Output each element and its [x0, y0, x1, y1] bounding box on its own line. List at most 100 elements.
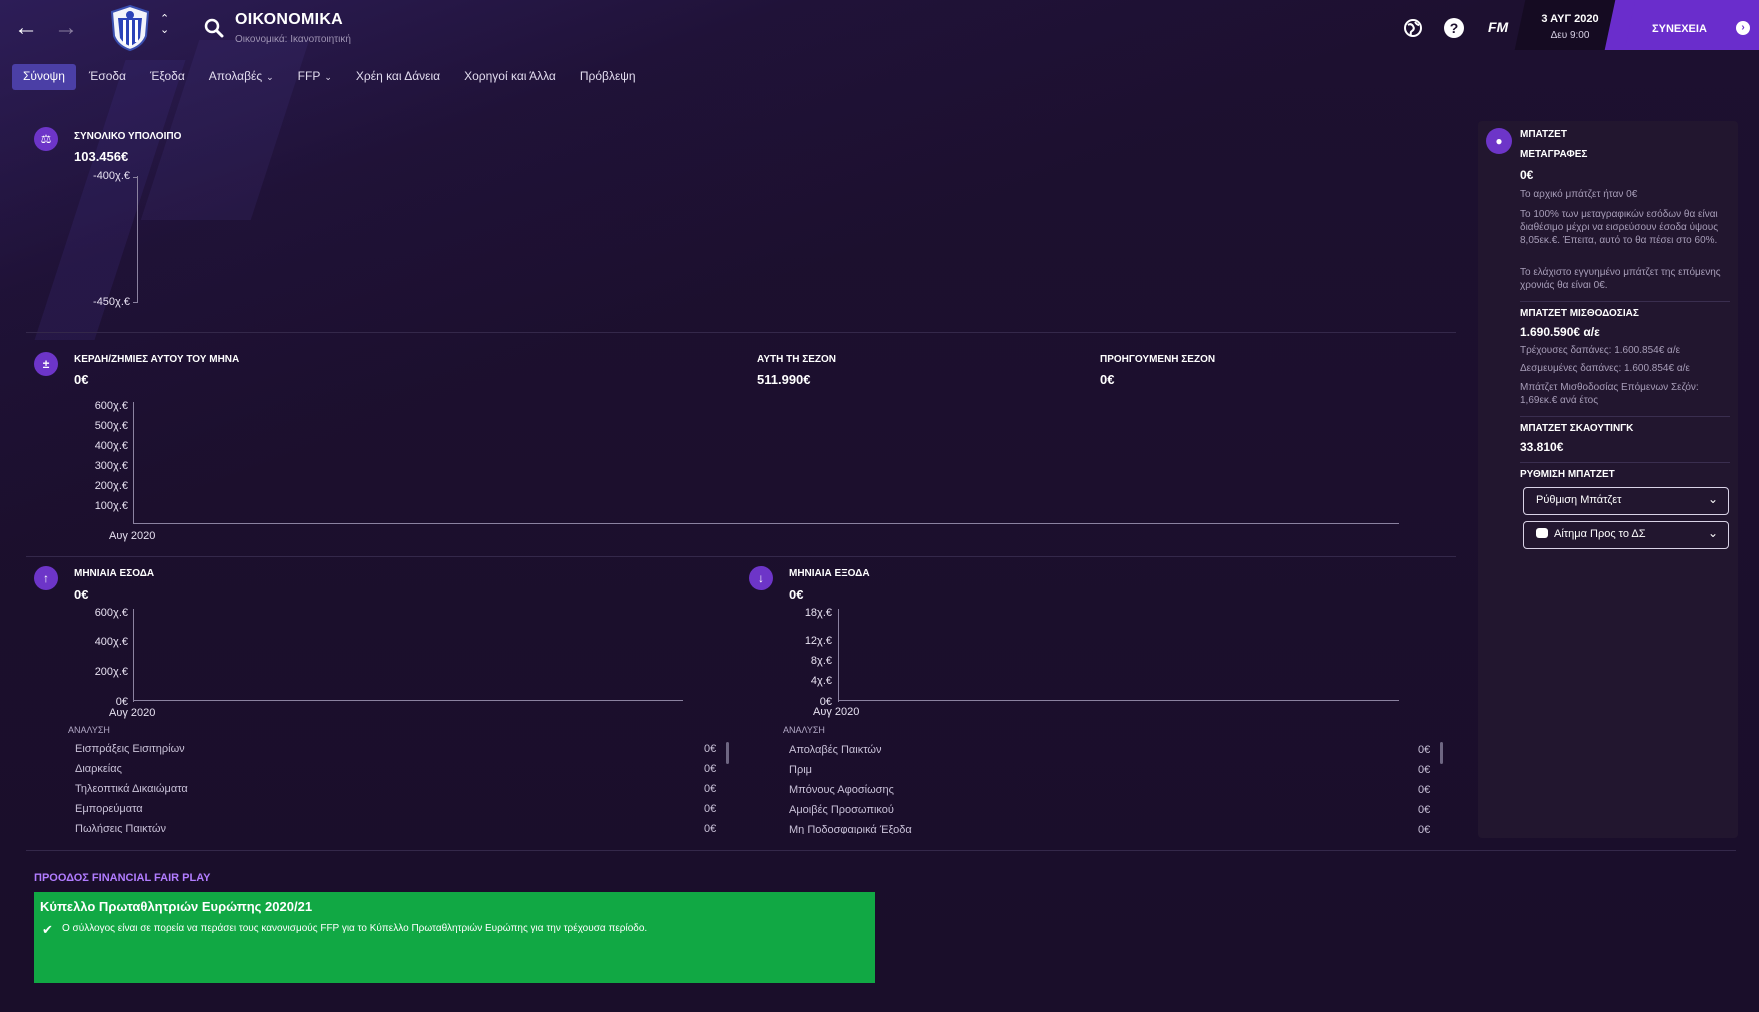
profit-y-axis [133, 402, 134, 524]
current-date: 3 ΑΥΓ 2020 [1541, 13, 1599, 25]
budget-settings-title: ΡΥΘΜΙΣΗ ΜΠΑΤΖΕΤ [1520, 469, 1615, 480]
tab-wages[interactable]: Απολαβές ⌄ [198, 64, 285, 90]
help-icon[interactable]: ? [1443, 17, 1465, 39]
budget-title: ΜΠΑΤΖΕΤ [1520, 129, 1567, 140]
forward-arrow-icon[interactable]: → [52, 14, 80, 42]
continue-button[interactable]: ΣΥΝΕΧΕΙΑ › [1620, 0, 1759, 50]
wage-budget-value: 1.690.590€ α/ε [1520, 325, 1600, 339]
list-item: Διαρκείας 0€ [75, 763, 717, 775]
expenses-value: 0€ [789, 587, 804, 602]
expenses-y-tick: 8χ.€ [810, 655, 832, 667]
income-scrollbar[interactable] [726, 742, 729, 764]
list-item: Εμπορεύματα 0€ [75, 803, 717, 815]
income-breakdown-title: ΑΝΑΛΥΣΗ [68, 725, 110, 735]
tab-ffp[interactable]: FFP ⌄ [287, 64, 343, 90]
tab-sponsors[interactable]: Χορηγοί και Άλλα [453, 64, 567, 90]
section-divider [26, 332, 1456, 333]
scouting-title: ΜΠΑΤΖΕΤ ΣΚΑΟΥΤΙΝΓΚ [1520, 423, 1634, 434]
continue-label: ΣΥΝΕΧΕΙΑ [1652, 23, 1707, 35]
profit-y-tick: 600χ.€ [94, 400, 128, 412]
tab-label: Πρόβλεψη [579, 69, 636, 83]
expenses-breakdown-title: ΑΝΑΛΥΣΗ [783, 725, 825, 735]
fm-logo[interactable]: FM [1488, 19, 1508, 35]
wage-committed: Δεσμευμένες δαπάνες: 1.600.854€ α/ε [1520, 363, 1690, 374]
club-crest-icon[interactable] [108, 4, 152, 52]
ffp-competition-title: Κύπελλο Πρωταθλητριών Ευρώπης 2020/21 [40, 899, 313, 914]
chevron-down-icon: ⌄ [1707, 492, 1718, 506]
chevron-down-icon: ⌄ [266, 72, 274, 82]
season-value: 511.990€ [757, 372, 811, 387]
tab-debts-loans[interactable]: Χρέη και Δάνεια [345, 64, 451, 90]
budget-divider [1520, 301, 1730, 302]
top-bar: ← → ⌃ ⌄ ΟΙΚΟΝΟΜΙΚΑ Οικονομικά: Ικανοποιητ… [0, 0, 1759, 56]
tab-expenses[interactable]: Έξοδα [139, 64, 196, 90]
tab-forecast[interactable]: Πρόβλεψη [569, 64, 647, 90]
list-item: Μπόνους Αφοσίωσης 0€ [789, 784, 1431, 796]
dropdown-label: Ρύθμιση Μπάτζετ [1536, 494, 1622, 506]
transfers-title: ΜΕΤΑΓΡΑΦΕΣ [1520, 149, 1588, 160]
page-title: ΟΙΚΟΝΟΜΙΚΑ [235, 11, 344, 28]
previous-season-title: ΠΡΟΗΓΟΥΜΕΝΗ ΣΕΖΟΝ [1100, 354, 1216, 365]
page-subtitle: Οικονομικά: Ικανοποιητική [235, 34, 351, 45]
list-item: Εισπράξεις Εισιτηρίων 0€ [75, 743, 717, 755]
list-item: Πωλήσεις Παικτών 0€ [75, 823, 717, 833]
adjust-budget-dropdown[interactable]: Ρύθμιση Μπάτζετ ⌄ [1523, 487, 1729, 515]
profit-y-tick: 300χ.€ [94, 460, 128, 472]
list-item: Πριμ 0€ [789, 764, 1431, 776]
piggy-bank-icon: ● [1486, 128, 1512, 154]
season-title: ΑΥΤΗ ΤΗ ΣΕΖΟΝ [757, 354, 836, 365]
previous-season-value: 0€ [1100, 372, 1115, 387]
tab-label: Χρέη και Δάνεια [355, 69, 441, 83]
balance-tick-mark [133, 177, 138, 178]
income-arrow-up-icon: ↑ [34, 566, 58, 590]
current-time: Δευ 9:00 [1550, 30, 1590, 41]
tab-bar: Σύνοψη Έσοδα Έξοδα Απολαβές ⌄ FFP ⌄ Χρέη κ… [12, 64, 649, 90]
scouting-value: 33.810€ [1520, 440, 1564, 454]
balance-icon: ⚖ [34, 127, 58, 151]
balance-tick-mark [133, 302, 138, 303]
ffp-status-card: Κύπελλο Πρωταθλητριών Ευρώπης 2020/21 ✔ … [34, 892, 875, 983]
section-divider [26, 850, 1736, 851]
chevron-down-icon: ⌄ [324, 72, 332, 82]
tab-label: Απολαβές [208, 69, 263, 83]
tab-income[interactable]: Έσοδα [78, 64, 137, 90]
expenses-arrow-down-icon: ↓ [749, 566, 773, 590]
wage-next-seasons: Μπάτζετ Μισθοδοσίας Επόμενων Σεζόν: 1,69… [1520, 382, 1699, 406]
profit-y-tick: 500χ.€ [94, 420, 128, 432]
income-y-tick: 400χ.€ [94, 636, 128, 648]
transfers-note: Το 100% των μεταγραφικών εσόδων θα είναι… [1520, 209, 1719, 246]
tab-overview[interactable]: Σύνοψη [12, 64, 76, 90]
back-arrow-icon[interactable]: ← [12, 14, 40, 42]
budget-divider [1520, 416, 1730, 417]
transfers-value: 0€ [1520, 168, 1534, 182]
svg-text:?: ? [1450, 20, 1459, 36]
profit-loss-icon: ± [34, 352, 58, 376]
expenses-scrollbar[interactable] [1440, 742, 1443, 764]
income-y-axis [133, 609, 134, 702]
expenses-title: ΜΗΝΙΑΙΑ ΕΞΟΔΑ [789, 568, 870, 579]
search-icon[interactable] [204, 18, 224, 38]
income-title: ΜΗΝΙΑΙΑ ΕΣΟΔΑ [74, 568, 155, 579]
profit-value: 0€ [74, 372, 89, 387]
profit-y-tick: 100χ.€ [94, 500, 128, 512]
balance-title: ΣΥΝΟΛΙΚΟ ΥΠΟΛΟΙΠΟ [74, 131, 182, 142]
profit-x-label: Αυγ 2020 [109, 530, 156, 542]
list-item: Τηλεοπτικά Δικαιώματα 0€ [75, 783, 717, 795]
income-y-tick: 200χ.€ [94, 666, 128, 678]
balance-value: 103.456€ [74, 149, 129, 164]
ffp-heading: ΠΡΟΟΔΟΣ FINANCIAL FAIR PLAY [34, 872, 211, 884]
transfers-note: Το αρχικό μπάτζετ ήταν 0€ [1520, 189, 1638, 200]
club-switcher-icon[interactable]: ⌃ ⌄ [160, 14, 169, 36]
tab-label: Έξοδα [150, 69, 185, 83]
world-icon[interactable] [1402, 17, 1424, 39]
tab-label: Χορηγοί και Άλλα [464, 69, 556, 83]
tab-label: Σύνοψη [23, 69, 65, 83]
transfers-note: Το ελάχιστο εγγυημένο μπάτζετ της επόμεν… [1520, 267, 1721, 291]
board-request-dropdown[interactable]: Αίτημα Προς το ΔΣ ⌄ [1523, 521, 1729, 549]
expenses-y-tick: 4χ.€ [810, 675, 832, 687]
expenses-y-tick: 18χ.€ [804, 607, 832, 619]
chevron-down-icon: ⌄ [1707, 526, 1718, 540]
expenses-x-label: Αυγ 2020 [813, 706, 860, 718]
profit-title: ΚΕΡΔΗ/ΖΗΜΙΕΣ ΑΥΤΟΥ ΤΟΥ ΜΗΝΑ [74, 354, 240, 365]
wage-current: Τρέχουσες δαπάνες: 1.600.854€ α/ε [1520, 345, 1681, 356]
